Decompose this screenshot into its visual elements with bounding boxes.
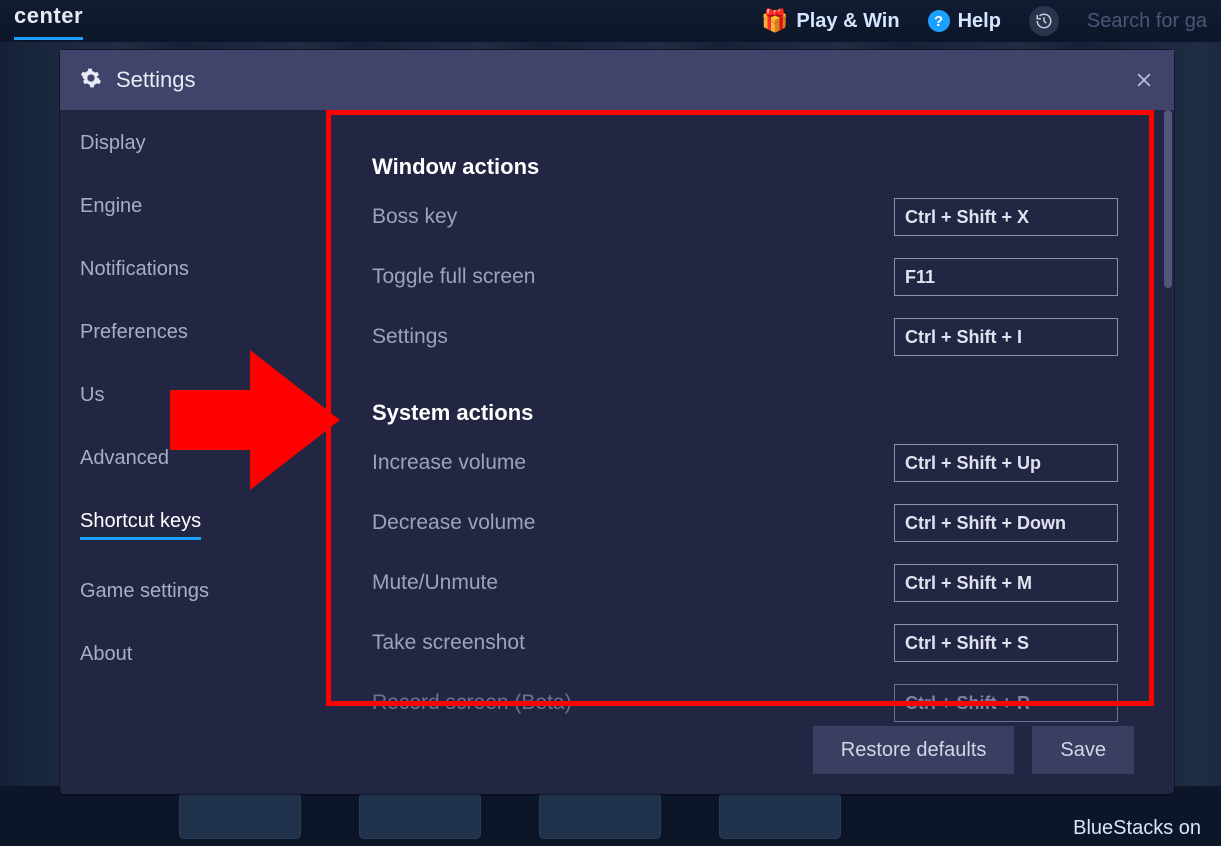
history-button[interactable] — [1029, 6, 1059, 36]
play-and-win-link[interactable]: 🎁 Play & Win — [761, 8, 900, 34]
clock-reverse-icon — [1035, 12, 1053, 30]
sidebar-item-preferences[interactable]: Preferences — [80, 321, 188, 344]
sidebar-item-notifications[interactable]: Notifications — [80, 258, 189, 281]
app-top-bar: center 🎁 Play & Win ? Help Search for ga — [0, 0, 1221, 42]
close-button[interactable] — [1134, 70, 1154, 90]
sidebar-item-display[interactable]: Display — [80, 132, 146, 155]
help-label: Help — [958, 10, 1001, 33]
scrollbar-thumb[interactable] — [1164, 110, 1172, 288]
help-icon: ? — [928, 10, 950, 32]
game-card — [180, 794, 300, 838]
sidebar-item-user[interactable]: Us — [80, 384, 104, 407]
modal-title: Settings — [116, 67, 196, 93]
save-button[interactable]: Save — [1032, 726, 1134, 774]
search-input-bg[interactable]: Search for ga — [1087, 10, 1207, 33]
sidebar-item-about[interactable]: About — [80, 643, 132, 666]
sidebar-item-advanced[interactable]: Advanced — [80, 447, 169, 470]
footer-text-fragment: BlueStacks on — [1073, 817, 1201, 840]
game-card — [540, 794, 660, 838]
sidebar-item-shortcut-keys[interactable]: Shortcut keys — [80, 510, 201, 540]
modal-header: Settings — [60, 50, 1174, 110]
annotation-highlight-box — [326, 110, 1154, 706]
gear-icon — [80, 67, 102, 94]
app-brand-fragment: center — [14, 3, 83, 40]
gift-icon: 🎁 — [761, 8, 788, 34]
sidebar-item-game-settings[interactable]: Game settings — [80, 580, 209, 603]
annotation-arrow — [170, 350, 340, 490]
close-icon — [1134, 70, 1154, 90]
restore-defaults-button[interactable]: Restore defaults — [813, 726, 1015, 774]
play-and-win-label: Play & Win — [796, 10, 899, 33]
modal-footer: Restore defaults Save — [813, 726, 1134, 774]
game-card — [360, 794, 480, 838]
background-bottom-cards — [0, 786, 1221, 846]
game-card — [720, 794, 840, 838]
help-link[interactable]: ? Help — [928, 10, 1001, 33]
settings-main-panel: Window actions Boss key Toggle full scre… — [320, 110, 1174, 794]
sidebar-item-engine[interactable]: Engine — [80, 195, 142, 218]
